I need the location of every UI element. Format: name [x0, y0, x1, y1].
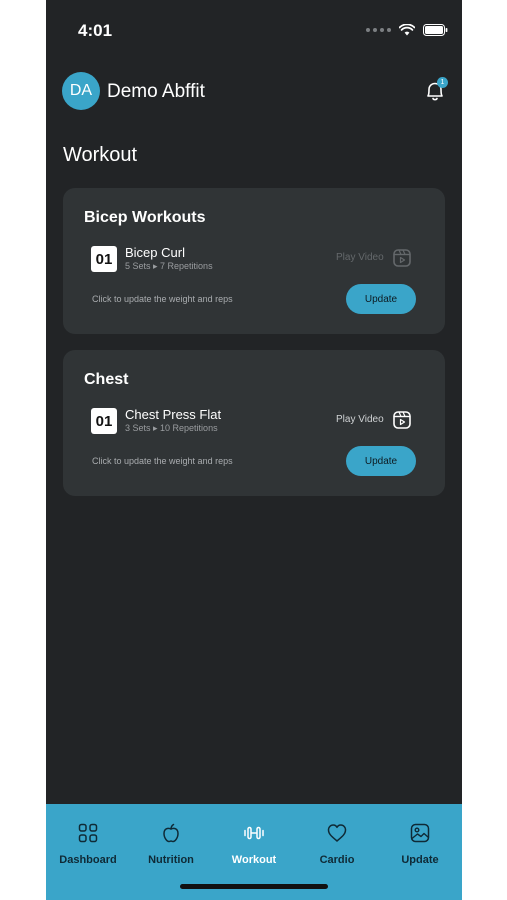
play-video-label[interactable]: Play Video: [336, 252, 384, 263]
page-title: Workout: [63, 144, 138, 166]
heart-icon: [327, 824, 347, 842]
update-button[interactable]: Update: [346, 446, 416, 476]
exercise-meta: 3 Sets ▸ 10 Repetitions: [125, 423, 218, 433]
workout-card-chest: Chest 01 Chest Press Flat 3 Sets ▸ 10 Re…: [63, 350, 445, 496]
exercise-meta: 5 Sets ▸ 7 Repetitions: [125, 261, 213, 271]
exercise-name: Bicep Curl: [125, 245, 185, 260]
update-hint: Click to update the weight and reps: [92, 294, 233, 304]
battery-icon: [423, 24, 448, 36]
update-hint: Click to update the weight and reps: [92, 456, 233, 466]
status-bar: 4:01: [46, 0, 462, 60]
home-indicator: [180, 884, 328, 889]
status-icons: [366, 24, 448, 36]
status-time: 4:01: [78, 21, 113, 40]
exercise-number: 01: [91, 408, 117, 434]
nav-label: Cardio: [319, 854, 355, 866]
signal-icon: [366, 28, 391, 32]
nav-label: Nutrition: [148, 854, 194, 866]
user-name: Demo Abffit: [107, 81, 205, 102]
play-video-icon[interactable]: [392, 410, 412, 430]
nav-label: Workout: [231, 854, 277, 866]
nav-item-cardio[interactable]: Cardio: [297, 822, 377, 866]
play-video-icon[interactable]: [392, 248, 412, 268]
nav-label: Update: [401, 854, 439, 866]
header: DA Demo Abffit 1: [62, 72, 448, 112]
avatar[interactable]: DA: [62, 72, 100, 110]
nav-item-update[interactable]: Update: [380, 822, 460, 866]
workout-card-bicep: Bicep Workouts 01 Bicep Curl 5 Sets ▸ 7 …: [63, 188, 445, 334]
dumbbell-icon: [244, 826, 264, 840]
workout-title: Bicep Workouts: [84, 209, 206, 226]
notifications-button[interactable]: 1: [424, 77, 448, 104]
wifi-icon: [399, 24, 415, 36]
play-video-label[interactable]: Play Video: [336, 414, 384, 425]
update-button[interactable]: Update: [346, 284, 416, 314]
nav-item-dashboard[interactable]: Dashboard: [48, 822, 128, 866]
nav-item-nutrition[interactable]: Nutrition: [131, 822, 211, 866]
grid-icon: [78, 823, 98, 843]
workout-title: Chest: [84, 371, 129, 388]
exercise-number: 01: [91, 246, 117, 272]
nav-item-workout[interactable]: Workout: [214, 822, 294, 866]
phone-screen: 4:01 DA Demo Abffit 1 Workout Bicep Work…: [46, 0, 462, 900]
exercise-name: Chest Press Flat: [125, 407, 222, 422]
notification-badge: 1: [437, 77, 448, 88]
nav-label: Dashboard: [59, 854, 117, 866]
apple-icon: [163, 823, 179, 843]
image-icon: [410, 823, 430, 843]
